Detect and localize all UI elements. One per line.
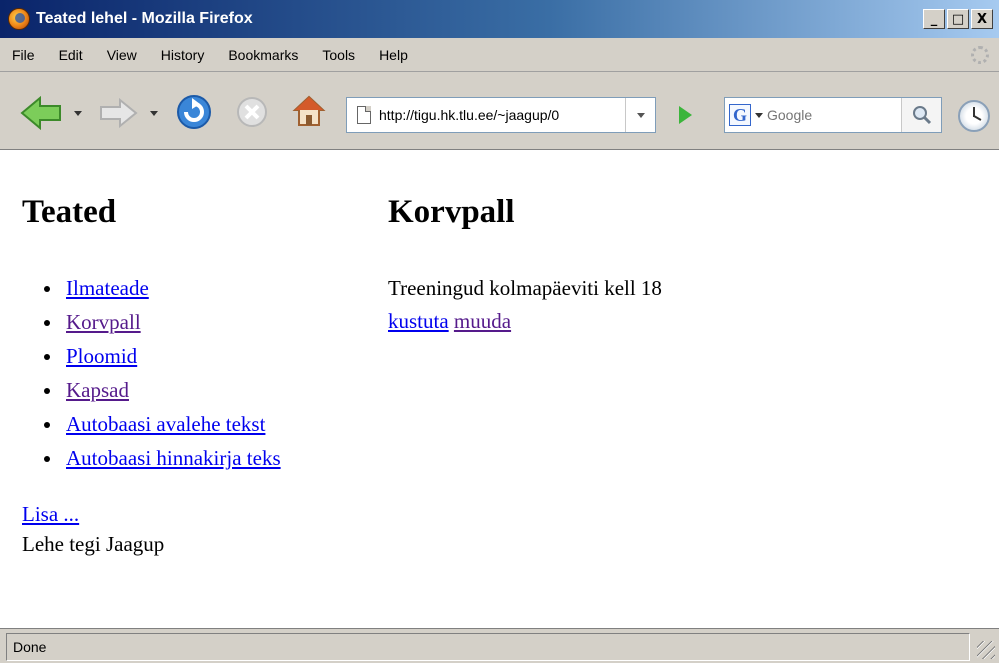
search-button[interactable] bbox=[901, 98, 941, 132]
delete-link[interactable]: kustuta bbox=[388, 309, 449, 333]
menu-edit[interactable]: Edit bbox=[59, 47, 83, 63]
status-bar: Done bbox=[0, 628, 999, 663]
history-clock-icon[interactable] bbox=[958, 100, 990, 132]
reload-icon[interactable] bbox=[176, 94, 212, 130]
notice-link-ploomid[interactable]: Ploomid bbox=[66, 344, 137, 368]
add-notice-link[interactable]: Lisa ... bbox=[22, 502, 79, 526]
menu-bar: File Edit View History Bookmarks Tools H… bbox=[0, 38, 999, 72]
status-text: Done bbox=[6, 633, 970, 661]
window-title-bar: Teated lehel - Mozilla Firefox _ □ X bbox=[0, 0, 999, 38]
menu-bookmarks[interactable]: Bookmarks bbox=[228, 47, 298, 63]
firefox-logo-icon bbox=[8, 8, 30, 30]
notice-detail: Korvpall Treeningud kolmapäeviti kell 18… bbox=[388, 194, 968, 337]
chevron-down-icon bbox=[636, 112, 645, 118]
stop-icon[interactable] bbox=[236, 96, 268, 128]
menu-view[interactable]: View bbox=[107, 47, 137, 63]
minimize-button[interactable]: _ bbox=[923, 9, 945, 29]
menu-history[interactable]: History bbox=[161, 47, 205, 63]
notice-actions: kustuta muuda bbox=[388, 305, 968, 337]
search-engine-dropdown-icon[interactable] bbox=[755, 112, 763, 118]
go-arrow-icon bbox=[678, 106, 692, 124]
list-item: Autobaasi hinnakirja teks bbox=[44, 441, 362, 475]
notice-body: Treeningud kolmapäeviti kell 18 bbox=[388, 276, 662, 300]
page-footer: Lehe tegi Jaagup bbox=[22, 532, 165, 556]
list-item: Autobaasi avalehe tekst bbox=[44, 407, 362, 441]
back-history-dropdown-icon[interactable] bbox=[74, 111, 82, 116]
edit-link[interactable]: muuda bbox=[454, 309, 511, 333]
window-title: Teated lehel - Mozilla Firefox bbox=[36, 10, 253, 27]
maximize-button[interactable]: □ bbox=[947, 9, 969, 29]
back-arrow-icon[interactable] bbox=[20, 96, 64, 130]
list-item: Korvpall bbox=[44, 305, 362, 339]
notice-link-autobaasi-avalehe[interactable]: Autobaasi avalehe tekst bbox=[66, 412, 265, 436]
menu-file[interactable]: File bbox=[12, 47, 35, 63]
url-history-dropdown[interactable] bbox=[625, 98, 655, 132]
url-input[interactable] bbox=[379, 107, 631, 123]
window-controls: _ □ X bbox=[923, 9, 993, 29]
notices-heading: Teated bbox=[22, 194, 117, 230]
search-icon bbox=[912, 106, 931, 125]
search-bar[interactable]: G bbox=[724, 97, 942, 133]
notices-column: Teated Ilmateade Korvpall Ploomid Kapsad… bbox=[22, 194, 362, 559]
list-item: Kapsad bbox=[44, 373, 362, 407]
google-engine-icon[interactable]: G bbox=[729, 104, 751, 126]
page-content: Teated Ilmateade Korvpall Ploomid Kapsad… bbox=[0, 150, 999, 628]
throbber-icon bbox=[971, 46, 989, 64]
menu-help[interactable]: Help bbox=[379, 47, 408, 63]
resize-grip-icon[interactable] bbox=[977, 641, 995, 659]
notice-link-ilmateade[interactable]: Ilmateade bbox=[66, 276, 149, 300]
forward-history-dropdown-icon[interactable] bbox=[150, 111, 158, 116]
notice-link-autobaasi-hinnakirja[interactable]: Autobaasi hinnakirja teks bbox=[66, 446, 281, 470]
list-item: Ploomid bbox=[44, 339, 362, 373]
address-bar[interactable] bbox=[346, 97, 656, 133]
search-input[interactable] bbox=[767, 107, 877, 123]
home-icon[interactable] bbox=[292, 94, 326, 128]
page-icon bbox=[357, 106, 371, 124]
notice-link-korvpall[interactable]: Korvpall bbox=[66, 310, 141, 334]
menu-tools[interactable]: Tools bbox=[322, 47, 355, 63]
close-button[interactable]: X bbox=[971, 9, 993, 29]
go-button[interactable] bbox=[668, 101, 702, 129]
notice-title: Korvpall bbox=[388, 194, 515, 230]
list-item: Ilmateade bbox=[44, 271, 362, 305]
notice-link-kapsad[interactable]: Kapsad bbox=[66, 378, 129, 402]
forward-arrow-icon[interactable] bbox=[98, 98, 138, 128]
notices-list: Ilmateade Korvpall Ploomid Kapsad Autoba… bbox=[22, 271, 362, 475]
